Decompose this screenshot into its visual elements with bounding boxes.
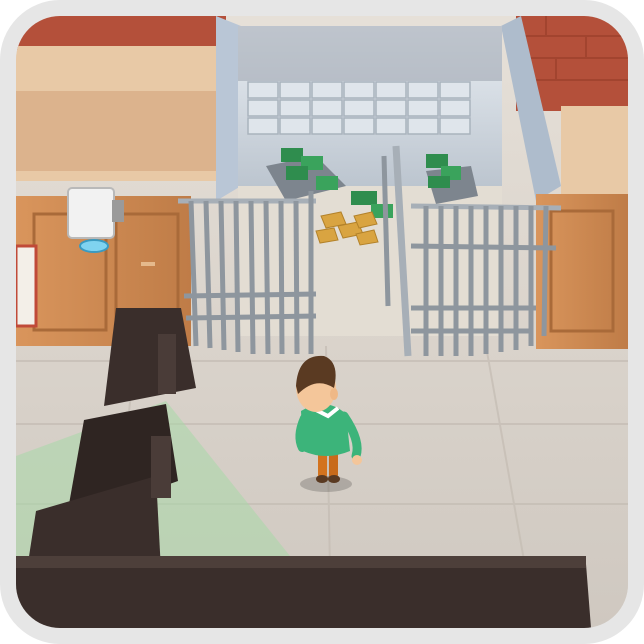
front-counter-top <box>16 556 586 568</box>
door-handle <box>141 262 155 266</box>
upper-wall-left-shade <box>16 91 216 171</box>
vault-deposit-boxes <box>247 81 471 135</box>
front-counter <box>16 564 591 628</box>
window-left <box>16 244 38 328</box>
upper-wall-right <box>561 106 628 196</box>
game-scene[interactable] <box>16 16 628 628</box>
game-viewport-frame <box>0 0 644 644</box>
brick-wall-left <box>16 16 226 50</box>
vault-shadow <box>238 26 502 81</box>
vault-left-wall <box>216 16 241 201</box>
